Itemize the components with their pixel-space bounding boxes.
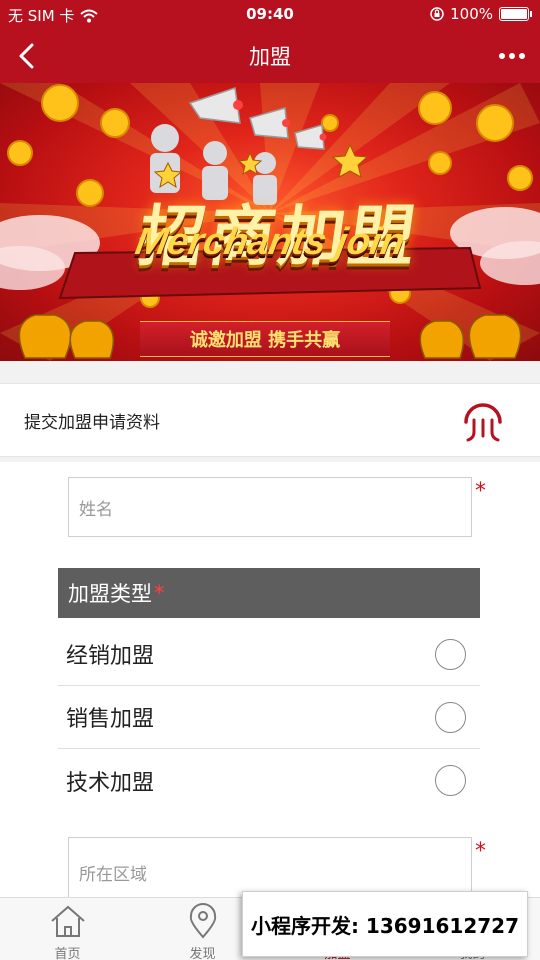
status-bar: 无 SIM 卡 09:40 100% xyxy=(0,0,540,28)
banner-slogan: 诚邀加盟 携手共赢 xyxy=(140,321,390,357)
page-title: 加盟 xyxy=(249,45,291,69)
name-required-mark: * xyxy=(475,479,486,504)
region-placeholder: 所在区域 xyxy=(79,864,147,885)
battery-tip xyxy=(530,11,532,17)
brand-logo-icon xyxy=(464,403,502,442)
location-pin-icon xyxy=(189,903,216,939)
tab-label: 首页 xyxy=(54,947,81,960)
join-type-header: 加盟类型 * xyxy=(58,568,480,618)
option-label: 经销加盟 xyxy=(66,644,155,669)
section-label: 提交加盟申请资料 xyxy=(24,413,160,433)
orientation-lock-icon xyxy=(430,7,444,21)
developer-contact-overlay: 小程序开发: 13691612727 xyxy=(242,891,528,957)
name-placeholder: 姓名 xyxy=(79,499,113,520)
more-dot xyxy=(509,53,515,59)
option-technical[interactable]: 技术加盟 xyxy=(58,749,480,812)
more-dot xyxy=(519,53,525,59)
name-field[interactable]: 姓名 xyxy=(68,477,472,537)
radio-button[interactable] xyxy=(435,765,466,796)
join-form: 姓名 * 加盟类型 * 经销加盟 销售加盟 技术加盟 所在区域 * xyxy=(0,462,540,907)
status-right: 100% xyxy=(430,5,532,23)
radio-button[interactable] xyxy=(435,638,466,670)
more-button[interactable] xyxy=(494,40,530,72)
battery-icon xyxy=(499,7,529,21)
radio-button[interactable] xyxy=(435,701,466,733)
option-label: 技术加盟 xyxy=(66,770,155,796)
battery-percent: 100% xyxy=(450,5,493,23)
tab-home[interactable]: 首页 xyxy=(0,898,135,960)
option-distribution[interactable]: 经销加盟 xyxy=(58,623,480,686)
region-required-mark: * xyxy=(475,839,486,864)
option-label: 销售加盟 xyxy=(66,707,155,732)
join-type-label: 加盟类型 xyxy=(68,582,152,606)
home-icon xyxy=(50,905,85,937)
banner-subtitle: Merchants join xyxy=(132,221,408,263)
more-dot xyxy=(499,53,505,59)
option-sales[interactable]: 销售加盟 xyxy=(58,686,480,749)
promo-banner[interactable]: 招商加盟 Merchants join 诚邀加盟 携手共赢 xyxy=(0,83,540,361)
join-type-required-mark: * xyxy=(154,581,165,605)
nav-bar: 加盟 xyxy=(0,28,540,83)
section-header: 提交加盟申请资料 xyxy=(0,383,540,457)
